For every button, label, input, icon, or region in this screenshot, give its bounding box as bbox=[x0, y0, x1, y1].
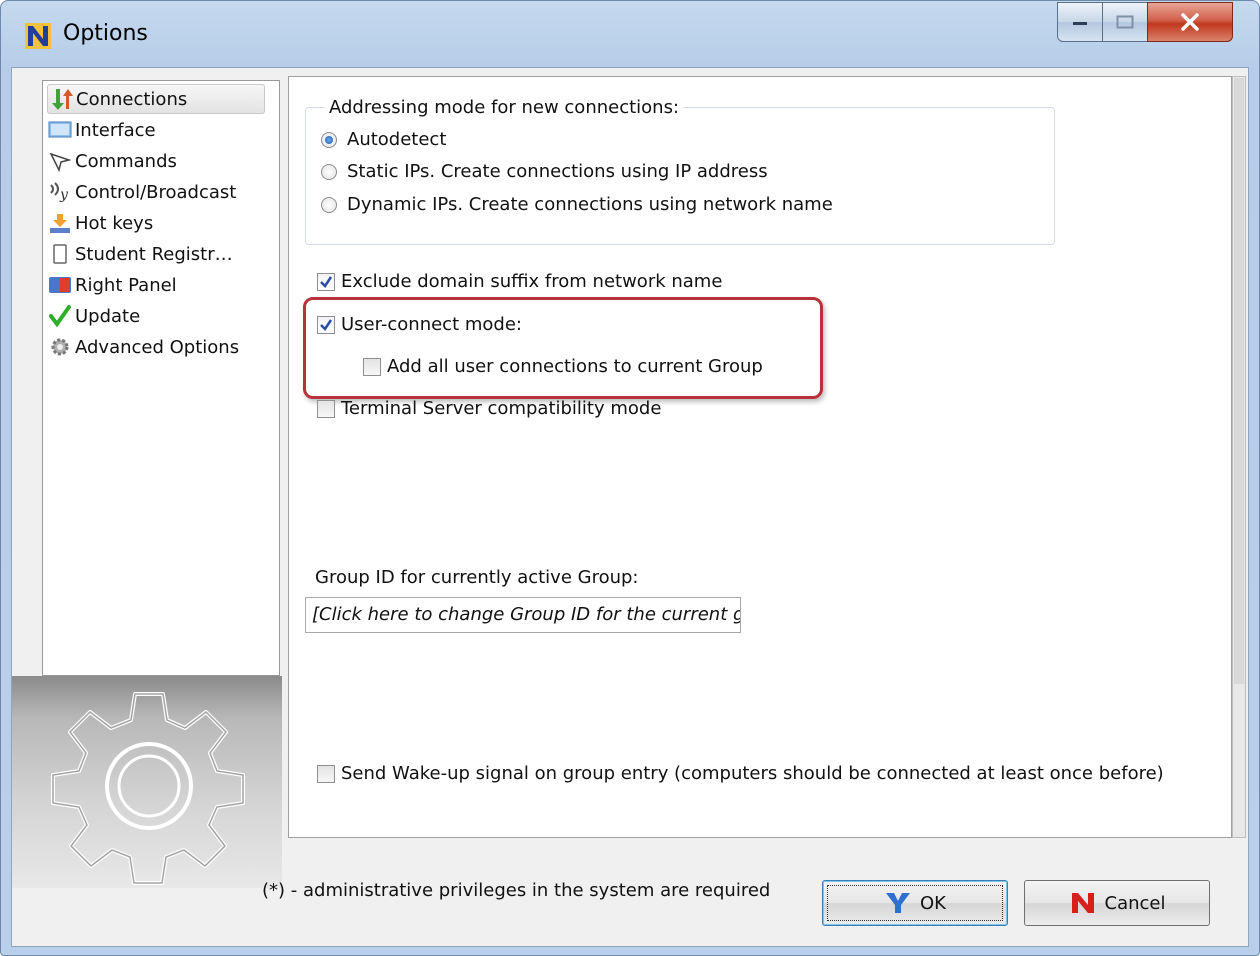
radio-label: Autodetect bbox=[347, 129, 447, 150]
decorative-gear-area bbox=[12, 676, 282, 888]
dialog-client-area: Connections Interface Commands y Control… bbox=[11, 67, 1249, 947]
cursor-icon bbox=[47, 149, 73, 173]
terminal-server-checkbox[interactable] bbox=[317, 399, 335, 418]
add-user-connections-checkbox[interactable] bbox=[363, 357, 381, 376]
focus-rectangle bbox=[827, 885, 1003, 921]
checkmark-icon bbox=[47, 304, 73, 328]
app-logo-icon bbox=[25, 23, 51, 49]
cancel-button[interactable]: Cancel bbox=[1024, 880, 1210, 926]
broadcast-icon: y bbox=[47, 180, 73, 204]
exclude-domain-checkbox[interactable] bbox=[317, 272, 335, 291]
close-button[interactable] bbox=[1147, 2, 1233, 42]
scrollbar-thumb[interactable] bbox=[1234, 78, 1244, 684]
user-connect-mode-checkbox[interactable] bbox=[317, 315, 335, 334]
radio-label: Static IPs. Create connections using IP … bbox=[347, 161, 768, 182]
window-title: Options bbox=[63, 21, 148, 46]
wake-up-checkbox[interactable] bbox=[317, 764, 335, 783]
sidebar-item-label: Student Registr… bbox=[75, 243, 233, 265]
sidebar-item-commands[interactable]: Commands bbox=[47, 146, 265, 176]
maximize-button[interactable] bbox=[1102, 2, 1148, 42]
document-icon bbox=[47, 242, 73, 266]
sidebar-item-advanced-options[interactable]: Advanced Options bbox=[47, 332, 265, 362]
close-icon bbox=[1181, 13, 1199, 31]
group-id-input[interactable]: [Click here to change Group ID for the c… bbox=[305, 597, 741, 633]
wake-up-checkbox-row[interactable]: Send Wake-up signal on group entry (comp… bbox=[317, 763, 1164, 784]
checkbox-label: User-connect mode: bbox=[341, 314, 522, 335]
checkbox-label: Exclude domain suffix from network name bbox=[341, 271, 723, 292]
radio-button[interactable] bbox=[321, 131, 337, 148]
terminal-server-checkbox-row[interactable]: Terminal Server compatibility mode bbox=[317, 398, 661, 419]
minimize-button[interactable] bbox=[1057, 2, 1103, 42]
sidebar-item-update[interactable]: Update bbox=[47, 301, 265, 331]
addressing-mode-legend: Addressing mode for new connections: bbox=[325, 97, 684, 118]
title-bar[interactable]: Options bbox=[1, 1, 1259, 67]
annotation-highlight-box bbox=[303, 297, 823, 399]
check-mark-icon bbox=[320, 275, 333, 288]
check-mark-icon bbox=[320, 318, 333, 331]
sidebar-item-interface[interactable]: Interface bbox=[47, 115, 265, 145]
checkbox-label: Terminal Server compatibility mode bbox=[341, 398, 662, 419]
minimize-icon bbox=[1073, 22, 1087, 25]
checkbox-label: Send Wake-up signal on group entry (comp… bbox=[341, 763, 1164, 784]
connections-settings-panel: Addressing mode for new connections: Aut… bbox=[288, 76, 1232, 838]
user-connect-mode-checkbox-row[interactable]: User-connect mode: bbox=[317, 314, 522, 335]
group-id-label: Group ID for currently active Group: bbox=[315, 567, 639, 588]
checkbox-label: Add all user connections to current Grou… bbox=[387, 356, 763, 377]
sidebar-item-connections[interactable]: Connections bbox=[47, 84, 265, 114]
exclude-domain-checkbox-row[interactable]: Exclude domain suffix from network name bbox=[317, 271, 722, 292]
ok-button[interactable]: OK bbox=[822, 880, 1008, 926]
sidebar-item-label: Advanced Options bbox=[75, 336, 240, 358]
radio-button[interactable] bbox=[321, 163, 337, 180]
sidebar-item-label: Commands bbox=[75, 150, 177, 172]
right-panel-icon bbox=[47, 273, 73, 297]
large-gear-icon bbox=[51, 692, 245, 885]
gear-icon bbox=[47, 335, 73, 359]
cancel-button-label: Cancel bbox=[1104, 892, 1166, 914]
sidebar-item-label: Update bbox=[75, 305, 141, 327]
radio-static-ips[interactable]: Static IPs. Create connections using IP … bbox=[321, 161, 768, 182]
hot-keys-icon bbox=[47, 211, 73, 235]
sidebar-item-control-broadcast[interactable]: y Control/Broadcast bbox=[47, 177, 265, 207]
monitor-icon bbox=[47, 118, 73, 142]
sidebar-item-student-registration[interactable]: Student Registr… bbox=[47, 239, 265, 269]
sidebar-item-hot-keys[interactable]: Hot keys bbox=[47, 208, 265, 238]
radio-label: Dynamic IPs. Create connections using ne… bbox=[347, 194, 833, 215]
sidebar-item-label: Connections bbox=[76, 88, 188, 110]
options-category-list[interactable]: Connections Interface Commands y Control… bbox=[42, 80, 280, 676]
sidebar-item-label: Hot keys bbox=[75, 212, 154, 234]
radio-autodetect[interactable]: Autodetect bbox=[321, 129, 446, 150]
radio-button[interactable] bbox=[321, 196, 337, 213]
sidebar-item-label: Control/Broadcast bbox=[75, 181, 237, 203]
cancel-logo-icon bbox=[1069, 891, 1097, 915]
maximize-icon bbox=[1116, 15, 1134, 29]
panel-scrollbar[interactable] bbox=[1232, 76, 1246, 838]
sidebar-item-label: Right Panel bbox=[75, 274, 177, 296]
admin-privileges-note: (*) - administrative privileges in the s… bbox=[262, 880, 771, 901]
sidebar-item-right-panel[interactable]: Right Panel bbox=[47, 270, 265, 300]
svg-text:y: y bbox=[59, 187, 69, 203]
radio-dynamic-ips[interactable]: Dynamic IPs. Create connections using ne… bbox=[321, 194, 833, 215]
add-user-connections-checkbox-row[interactable]: Add all user connections to current Grou… bbox=[363, 356, 763, 377]
sidebar-item-label: Interface bbox=[75, 119, 156, 141]
connections-arrows-icon bbox=[48, 87, 74, 111]
options-window: Options Connections Interface Commands y… bbox=[0, 0, 1260, 956]
